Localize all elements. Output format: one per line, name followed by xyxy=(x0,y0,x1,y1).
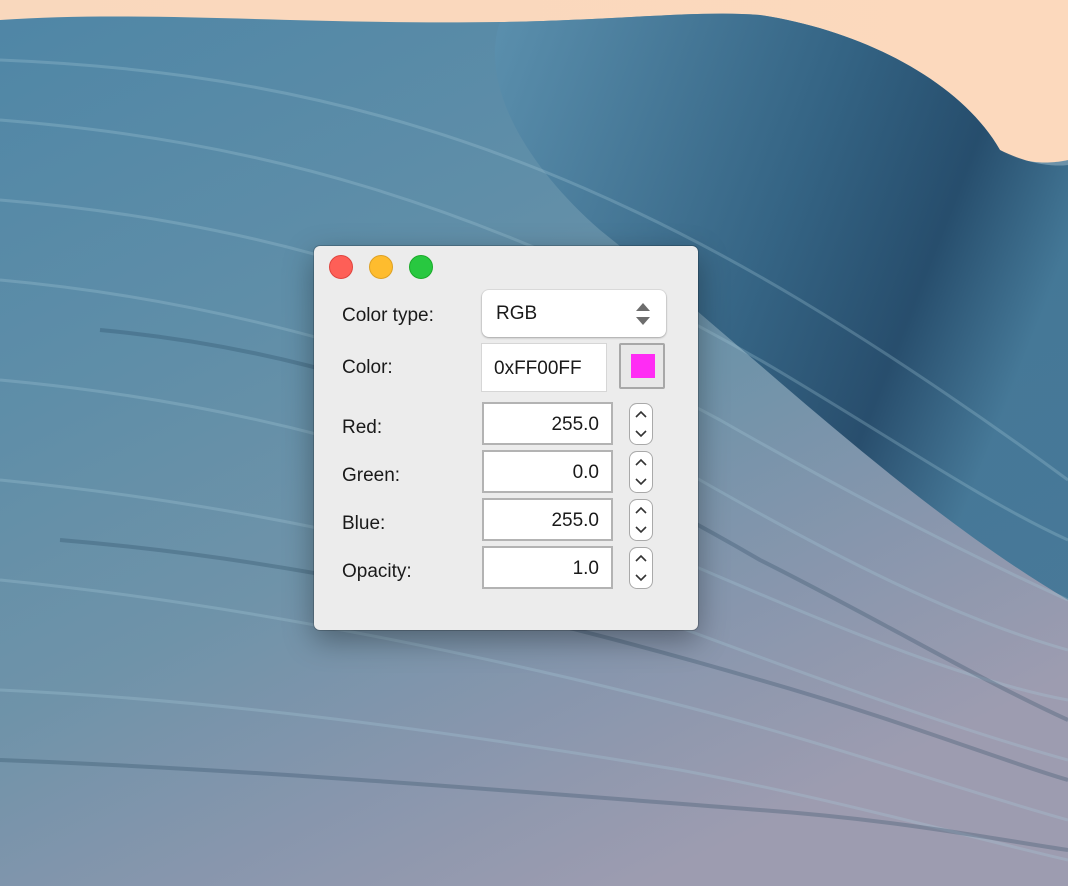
chevron-down-icon xyxy=(635,574,647,582)
opacity-stepper[interactable] xyxy=(629,547,653,589)
red-increment-button[interactable] xyxy=(630,404,652,424)
up-down-arrows-icon xyxy=(636,303,650,325)
red-decrement-button[interactable] xyxy=(630,424,652,444)
desktop: Color type: RGB Color: 0xFF00FF Red: 255… xyxy=(0,0,1068,886)
color-swatch-button[interactable] xyxy=(619,343,665,389)
color-type-label: Color type: xyxy=(342,305,434,326)
chevron-up-icon xyxy=(635,554,647,562)
chevron-down-icon xyxy=(635,478,647,486)
chevron-up-icon xyxy=(635,410,647,418)
color-label: Color: xyxy=(342,357,393,378)
green-field[interactable]: 0.0 xyxy=(482,450,613,493)
blue-field[interactable]: 255.0 xyxy=(482,498,613,541)
color-type-value: RGB xyxy=(496,303,538,324)
blue-label: Blue: xyxy=(342,513,386,534)
chevron-up-icon xyxy=(635,506,647,514)
zoom-button[interactable] xyxy=(409,255,433,279)
chevron-up-icon xyxy=(635,458,647,466)
opacity-decrement-button[interactable] xyxy=(630,568,652,588)
color-swatch xyxy=(631,354,655,378)
red-stepper[interactable] xyxy=(629,403,653,445)
green-stepper[interactable] xyxy=(629,451,653,493)
hex-color-field[interactable]: 0xFF00FF xyxy=(481,343,607,392)
blue-stepper[interactable] xyxy=(629,499,653,541)
color-picker-window: Color type: RGB Color: 0xFF00FF Red: 255… xyxy=(314,246,698,630)
opacity-field[interactable]: 1.0 xyxy=(482,546,613,589)
blue-increment-button[interactable] xyxy=(630,500,652,520)
red-field[interactable]: 255.0 xyxy=(482,402,613,445)
green-increment-button[interactable] xyxy=(630,452,652,472)
green-decrement-button[interactable] xyxy=(630,472,652,492)
chevron-down-icon xyxy=(635,430,647,438)
chevron-down-icon xyxy=(635,526,647,534)
close-button[interactable] xyxy=(329,255,353,279)
green-label: Green: xyxy=(342,465,401,486)
minimize-button[interactable] xyxy=(369,255,393,279)
color-type-select[interactable]: RGB xyxy=(482,290,666,337)
blue-decrement-button[interactable] xyxy=(630,520,652,540)
opacity-increment-button[interactable] xyxy=(630,548,652,568)
opacity-label: Opacity: xyxy=(342,561,412,582)
red-label: Red: xyxy=(342,417,383,438)
